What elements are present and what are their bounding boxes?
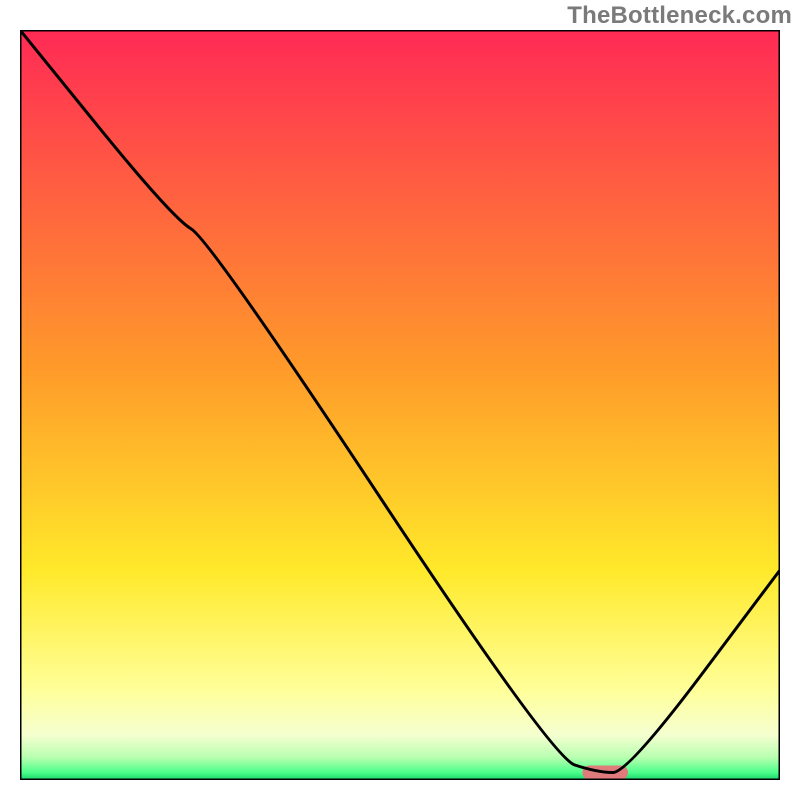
plot-area (20, 30, 780, 780)
watermark-text: TheBottleneck.com (567, 2, 792, 30)
chart-background (20, 30, 780, 780)
chart-svg (20, 30, 780, 780)
chart-container: TheBottleneck.com (0, 0, 800, 800)
